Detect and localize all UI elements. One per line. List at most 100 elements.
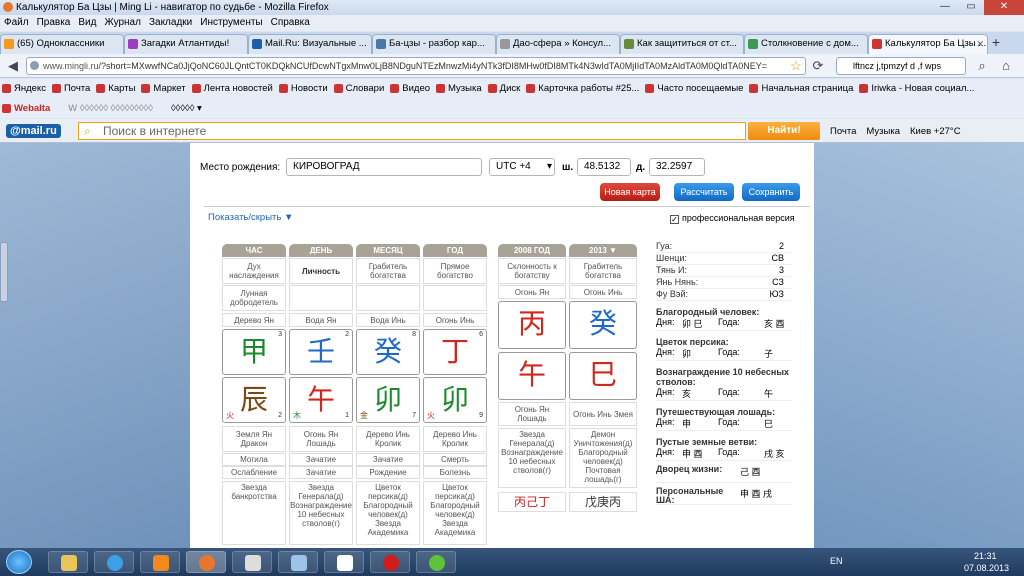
bookmark-label: Новости [290,83,328,94]
peach-blossom-title: Цветок персика: [656,337,729,347]
tab-2[interactable]: Загадки Атлантиды! [124,34,248,54]
calculate-button[interactable]: Рассчитать [674,183,734,201]
search-go-icon[interactable]: ⌕ [972,56,992,76]
weather-link[interactable]: Киев +27°C [910,126,961,137]
bookmark-4[interactable]: Маркет [139,79,189,98]
music-link[interactable]: Музыка [866,126,900,137]
yandex-taskbar-icon[interactable] [324,551,364,573]
menu-history[interactable]: Журнал [100,15,145,31]
bookmark-13[interactable]: Начальная страница [747,79,857,98]
mailru-logo[interactable]: @mail.ru [6,124,61,138]
new-card-button[interactable]: Новая карта [600,183,660,201]
sidebar-handle[interactable] [0,242,8,302]
tab-5[interactable]: Дао-сфера » Консул... [496,34,620,54]
opera-taskbar-icon[interactable] [370,551,410,573]
utc-select[interactable]: UTC +4 ▾ [489,158,555,176]
bookmark-7[interactable]: Словари [332,79,389,98]
firefox-taskbar-icon[interactable] [186,551,226,573]
luck-stem[interactable]: 癸 [569,301,637,349]
menu-help[interactable]: Справка [267,15,314,31]
bookmark-9[interactable]: Музыка [434,79,486,98]
maximize-button[interactable]: ▭ [958,0,984,15]
page-viewport: Место рождения: КИРОВОГРАД UTC +4 ▾ ш. 48… [0,143,1024,548]
bookmark-12[interactable]: Часто посещаемые [643,79,747,98]
tab-8[interactable]: Калькулятор Ба Цзы ... ✕ [868,34,988,54]
bookmark-1[interactable]: Яндекс [0,79,50,98]
longitude-input[interactable]: 32.2597 [649,158,705,176]
language-indicator[interactable]: EN [830,556,843,566]
addon-item[interactable]: W ◊◊◊◊◊◊ ◊◊◊◊◊◊◊◊◊ [54,99,157,118]
bookmark-3[interactable]: Карты [94,79,139,98]
media-taskbar-icon[interactable] [140,551,180,573]
show-hide-link[interactable]: Показать/скрыть ▼ [208,212,293,223]
bookmark-label: Яндекс [14,83,46,94]
url-bar[interactable]: www.mingli.ru/?short=MXwwfNCa0JjQoNC60JL… [26,57,806,75]
branch-char: 午 [306,383,335,416]
tab-6[interactable]: Как защититься от ст... [620,34,744,54]
calendar-taskbar-icon[interactable] [232,551,272,573]
save-button[interactable]: Сохранить [742,183,800,201]
start-button[interactable] [6,550,32,574]
birthplace-input[interactable]: КИРОВОГРАД [286,158,482,176]
bazi-calculator: Место рождения: КИРОВОГРАД UTC +4 ▾ ш. 48… [190,143,814,548]
luck-stem[interactable]: 丙 [498,301,566,349]
tab-1[interactable]: (65) Одноклассники [0,34,124,54]
star-icon[interactable]: ☆ [786,56,806,76]
luck-spirit: Грабитель богатства [569,258,637,284]
heavenly-stem[interactable]: 癸8 [356,329,420,375]
tab-7[interactable]: Столкновение с дом... [744,34,868,54]
luck-header[interactable]: 2013 ▼ [569,244,637,257]
ie-taskbar-icon[interactable] [94,551,134,573]
menu-tools[interactable]: Инструменты [196,15,266,31]
explorer-taskbar-icon[interactable] [48,551,88,573]
menu-file[interactable]: Файл [0,15,33,31]
close-button[interactable]: ✕ [984,0,1024,15]
heavenly-stem[interactable]: 丁6 [423,329,487,375]
luck-branch[interactable]: 巳 [569,352,637,400]
addon-item-2[interactable]: ◊◊◊◊◊ ▾ [157,99,206,118]
heavenly-stem[interactable]: 壬2 [289,329,353,375]
luck-header[interactable]: 2008 ГОД [498,244,566,257]
travel-horse-title: Путешествующая лошадь: [656,407,776,417]
bookmark-8[interactable]: Видео [388,79,434,98]
tab-3[interactable]: Mail.Ru: Визуальные ... [248,34,372,54]
luck-branch[interactable]: 午 [498,352,566,400]
bookmark-2[interactable]: Почта [50,79,94,98]
mailru-search-input[interactable]: ⌕ Поиск в интернете [78,122,746,140]
pro-version-checkbox[interactable]: ✓ профессиональная версия [670,213,795,224]
close-tab-icon[interactable]: ✕ [976,35,984,53]
bookmark-icon [333,84,343,93]
home-icon[interactable]: ⌂ [996,56,1016,76]
bookmark-10[interactable]: Диск [486,79,525,98]
tab-4[interactable]: Ба-цзы - разбор кар... [372,34,496,54]
menu-bookmarks[interactable]: Закладки [145,15,196,31]
earthly-branch[interactable]: 午 1 木 [289,377,353,423]
reward-stems-year: 午 [764,389,774,399]
earthly-branch[interactable]: 辰 2 火 [222,377,286,423]
clock-date[interactable]: 07.08.2013 [964,563,1009,573]
branch-number: 1 [345,412,349,419]
webalta-link[interactable]: Webalta [0,99,54,118]
new-tab-button[interactable]: + [988,32,1004,54]
reload-icon[interactable]: ⟳ [808,56,828,76]
clock-time[interactable]: 21:31 [974,551,997,561]
mail-taskbar-icon[interactable] [278,551,318,573]
find-button[interactable]: Найти! [748,122,820,140]
menu-view[interactable]: Вид [74,15,100,31]
bookmark-14[interactable]: Iriwka - Новая социал... [857,79,978,98]
mail-link[interactable]: Почта [830,126,856,137]
bookmark-icon [645,84,655,93]
menu-edit[interactable]: Правка [33,15,75,31]
icq-taskbar-icon[interactable] [416,551,456,573]
luck-spirit: Склонность к богатству [498,258,566,284]
search-bar[interactable]: lftncz j,tpmzyf d ,f wps [836,57,966,75]
earthly-branch[interactable]: 卯 7 金 [356,377,420,423]
latitude-input[interactable]: 48.5132 [577,158,631,176]
earthly-branch[interactable]: 卯 9 火 [423,377,487,423]
bookmark-5[interactable]: Лента новостей [190,79,277,98]
heavenly-stem[interactable]: 甲3 [222,329,286,375]
bookmark-11[interactable]: Карточка работы #25... [524,79,643,98]
back-arrow-icon[interactable]: ◀ [3,56,23,76]
minimize-button[interactable]: — [932,0,958,15]
bookmark-6[interactable]: Новости [277,79,332,98]
